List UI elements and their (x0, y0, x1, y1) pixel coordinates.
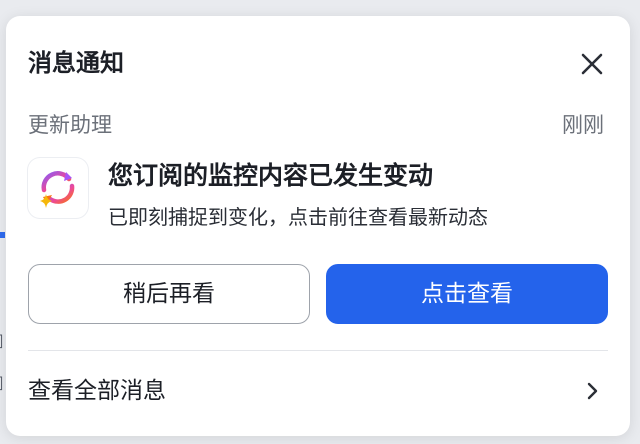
close-button[interactable] (576, 48, 608, 80)
view-later-button[interactable]: 稍后再看 (28, 264, 310, 324)
background-glyph: ▯ (0, 372, 4, 393)
notification-headline: 您订阅的监控内容已发生变动 (108, 161, 434, 190)
divider (28, 350, 608, 351)
app-icon-container (28, 158, 88, 218)
notification-time: 刚刚 (562, 113, 604, 137)
view-all-messages-link[interactable]: 查看全部消息 (28, 368, 608, 414)
notification-body: 已即刻捕捉到变化，点击前往查看最新动态 (108, 205, 488, 229)
notification-card: 消息通知 更新助理 刚刚 您订阅的监控内容已发生变动 已即刻捕捉到变化，点击前往… (6, 16, 630, 436)
card-title: 消息通知 (28, 49, 124, 77)
sync-sparkle-icon (40, 171, 75, 208)
view-all-label: 查看全部消息 (28, 378, 166, 404)
background-glyph: ▯ (0, 330, 4, 351)
close-icon (581, 53, 603, 75)
view-now-button[interactable]: 点击查看 (326, 264, 608, 324)
notification-source: 更新助理 (28, 113, 112, 137)
background-accent (0, 232, 5, 238)
chevron-right-icon (582, 380, 602, 402)
